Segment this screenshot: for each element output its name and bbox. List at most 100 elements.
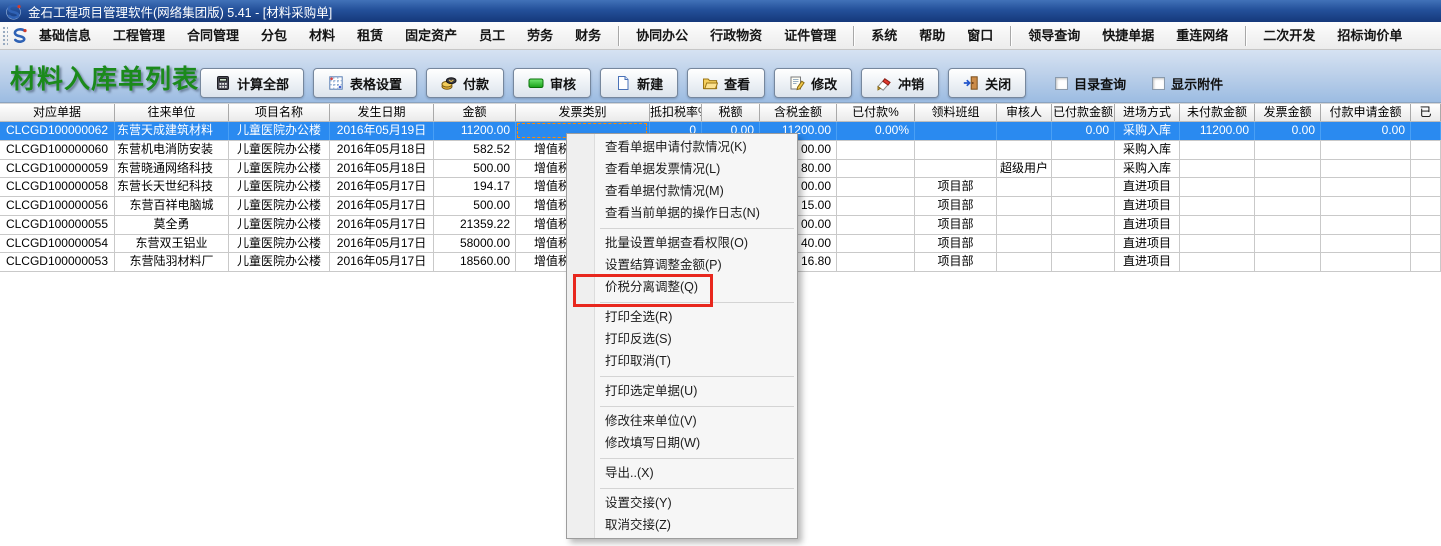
table-cell[interactable]: 2016年05月17日: [330, 216, 434, 234]
table-cell[interactable]: 儿童医院办公楼: [229, 160, 330, 178]
menubar-item[interactable]: 合同管理: [176, 22, 250, 49]
table-cell[interactable]: [1255, 178, 1321, 196]
table-cell[interactable]: 项目部: [915, 235, 997, 253]
table-cell[interactable]: [1321, 216, 1411, 234]
toolbar-button[interactable]: 查看: [687, 68, 765, 98]
table-cell[interactable]: 东营双王铝业: [115, 235, 229, 253]
table-cell[interactable]: 2016年05月17日: [330, 197, 434, 215]
table-cell[interactable]: [837, 235, 915, 253]
context-menu-item[interactable]: 批量设置单据查看权限(O): [567, 232, 797, 254]
table-cell[interactable]: [837, 141, 915, 159]
grid-header-cell[interactable]: 抵扣税率%: [650, 104, 702, 121]
table-cell[interactable]: 直进项目: [1115, 197, 1180, 215]
table-cell[interactable]: [837, 160, 915, 178]
table-cell[interactable]: [1255, 160, 1321, 178]
table-cell[interactable]: CLCGD100000060: [0, 141, 115, 159]
grid-header-cell[interactable]: 金额: [434, 104, 516, 121]
menubar-item[interactable]: 快捷单据: [1091, 22, 1165, 49]
context-menu-item[interactable]: 修改填写日期(W): [567, 432, 797, 454]
table-cell[interactable]: 儿童医院办公楼: [229, 253, 330, 271]
table-cell[interactable]: 儿童医院办公楼: [229, 178, 330, 196]
table-cell[interactable]: 194.17: [434, 178, 516, 196]
table-cell[interactable]: [997, 197, 1052, 215]
menubar-item[interactable]: 领导查询: [1017, 22, 1091, 49]
table-cell[interactable]: [915, 141, 997, 159]
toolbar-button[interactable]: 付款: [426, 68, 504, 98]
table-cell[interactable]: 东营长天世纪科技: [115, 178, 229, 196]
table-cell[interactable]: [915, 160, 997, 178]
table-cell[interactable]: 莫全勇: [115, 216, 229, 234]
table-cell[interactable]: 2016年05月17日: [330, 235, 434, 253]
table-cell[interactable]: [1321, 160, 1411, 178]
table-cell[interactable]: [1052, 178, 1115, 196]
table-cell[interactable]: 东营晓通网络科技: [115, 160, 229, 178]
table-cell[interactable]: 500.00: [434, 197, 516, 215]
menubar-item[interactable]: 帮助: [908, 22, 956, 49]
menubar-item[interactable]: 员工: [468, 22, 516, 49]
table-cell[interactable]: [1321, 235, 1411, 253]
menubar-item[interactable]: 行政物资: [699, 22, 773, 49]
checkbox-icon[interactable]: [1152, 77, 1165, 90]
table-cell[interactable]: [1255, 141, 1321, 159]
table-cell[interactable]: 2016年05月18日: [330, 160, 434, 178]
context-menu-item[interactable]: 打印全选(R): [567, 306, 797, 328]
table-cell[interactable]: [915, 122, 997, 140]
table-cell[interactable]: [997, 216, 1052, 234]
table-cell[interactable]: [997, 141, 1052, 159]
table-cell[interactable]: [1180, 235, 1255, 253]
table-cell[interactable]: CLCGD100000056: [0, 197, 115, 215]
menubar-item[interactable]: 协同办公: [625, 22, 699, 49]
table-cell[interactable]: 项目部: [915, 178, 997, 196]
table-cell[interactable]: [1180, 216, 1255, 234]
table-cell[interactable]: CLCGD100000058: [0, 178, 115, 196]
table-cell[interactable]: [1411, 216, 1441, 234]
context-menu-item[interactable]: 设置结算调整金额(P): [567, 254, 797, 276]
table-cell[interactable]: 0.00: [1321, 122, 1411, 140]
table-cell[interactable]: [1052, 235, 1115, 253]
table-cell[interactable]: [1180, 178, 1255, 196]
table-cell[interactable]: 项目部: [915, 253, 997, 271]
table-cell[interactable]: [1180, 253, 1255, 271]
table-cell[interactable]: [1255, 253, 1321, 271]
table-cell[interactable]: 11200.00: [434, 122, 516, 140]
menubar-item[interactable]: 固定资产: [394, 22, 468, 49]
toolbar-button[interactable]: 计算全部: [200, 68, 304, 98]
menubar-item[interactable]: 分包: [250, 22, 298, 49]
grid-header-cell[interactable]: 含税金额: [760, 104, 837, 121]
table-cell[interactable]: 东营百祥电脑城: [115, 197, 229, 215]
menubar-item[interactable]: 二次开发: [1252, 22, 1326, 49]
table-cell[interactable]: 直进项目: [1115, 253, 1180, 271]
table-cell[interactable]: 2016年05月17日: [330, 253, 434, 271]
menubar-item[interactable]: 窗口: [956, 22, 1004, 49]
context-menu-item-flagged[interactable]: 价税分离调整(Q): [567, 276, 797, 298]
table-cell[interactable]: 500.00: [434, 160, 516, 178]
grid-header-cell[interactable]: 发票类别: [516, 104, 650, 121]
menubar-item[interactable]: 招标询价单: [1326, 22, 1413, 49]
menubar-item[interactable]: 材料: [298, 22, 346, 49]
table-cell[interactable]: 582.52: [434, 141, 516, 159]
table-cell[interactable]: [837, 178, 915, 196]
context-menu-item[interactable]: 打印选定单据(U): [567, 380, 797, 402]
toolbar-button[interactable]: 冲销: [861, 68, 939, 98]
table-cell[interactable]: [1411, 141, 1441, 159]
menubar-item[interactable]: 证件管理: [773, 22, 847, 49]
table-cell[interactable]: [1411, 160, 1441, 178]
table-cell[interactable]: [1052, 160, 1115, 178]
table-cell[interactable]: 2016年05月19日: [330, 122, 434, 140]
menubar-item[interactable]: 租赁: [346, 22, 394, 49]
menubar-item[interactable]: 基础信息: [28, 22, 102, 49]
table-cell[interactable]: CLCGD100000055: [0, 216, 115, 234]
table-cell[interactable]: 东营陆羽材料厂: [115, 253, 229, 271]
context-menu-item[interactable]: 查看单据发票情况(L): [567, 158, 797, 180]
table-cell[interactable]: 2016年05月18日: [330, 141, 434, 159]
grid-header-cell[interactable]: 已付款金额: [1052, 104, 1115, 121]
toolbar-button[interactable]: 新建: [600, 68, 678, 98]
table-cell[interactable]: [1321, 253, 1411, 271]
table-cell[interactable]: 直进项目: [1115, 216, 1180, 234]
grid-header-cell[interactable]: 税额: [702, 104, 760, 121]
table-cell[interactable]: 项目部: [915, 216, 997, 234]
table-cell[interactable]: [997, 122, 1052, 140]
toolbar-button[interactable]: 表格设置: [313, 68, 417, 98]
table-cell[interactable]: 儿童医院办公楼: [229, 141, 330, 159]
grid-header-cell[interactable]: 往来单位: [115, 104, 229, 121]
